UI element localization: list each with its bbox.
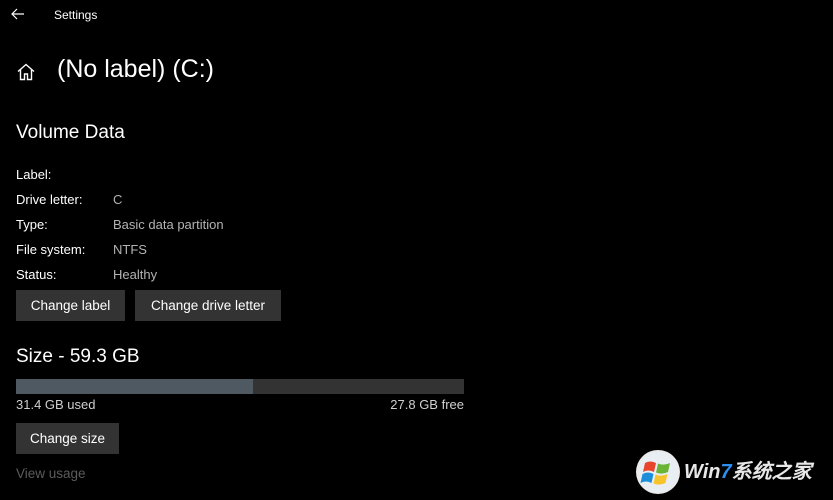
settings-window: Settings (No label) (C:) Volume Data Lab… [0,0,833,500]
change-label-button[interactable]: Change label [16,290,125,321]
property-value: C [113,192,123,207]
watermark-text: Win7系统之家 [684,455,812,484]
page-title: (No label) (C:) [57,55,214,83]
property-label: Label: [16,167,52,182]
back-button[interactable] [8,4,28,24]
usage-bar-fill [16,379,254,394]
watermark-prefix: Win [684,461,721,483]
property-value: NTFS [113,242,147,257]
home-icon [17,63,35,81]
usage-bar [16,379,464,394]
change-drive-letter-button[interactable]: Change drive letter [135,290,281,321]
watermark-suffix: 系统之家 [731,461,812,483]
size-heading: Size - 59.3 GB [16,346,140,367]
windows-flag-logo [636,450,680,494]
view-usage-link[interactable]: View usage [16,466,86,481]
back-arrow-icon [11,8,24,20]
property-value: Healthy [113,267,158,282]
property-label: Status: [16,267,57,282]
volume-data-heading: Volume Data [16,122,125,143]
watermark-seven: 7 [720,461,732,483]
property-value: Basic data partition [113,217,224,232]
property-label: Drive letter: [16,192,83,207]
change-size-button[interactable]: Change size [16,423,119,454]
app-title: Settings [54,8,98,22]
watermark: Win7系统之家 [634,447,830,497]
title-bar: Settings [0,0,833,30]
property-label: File system: [16,242,86,257]
property-label: Type: [16,217,48,232]
used-space-text: 31.4 GB used [16,397,96,412]
home-button[interactable] [14,60,38,84]
free-space-text: 27.8 GB free [390,397,464,412]
